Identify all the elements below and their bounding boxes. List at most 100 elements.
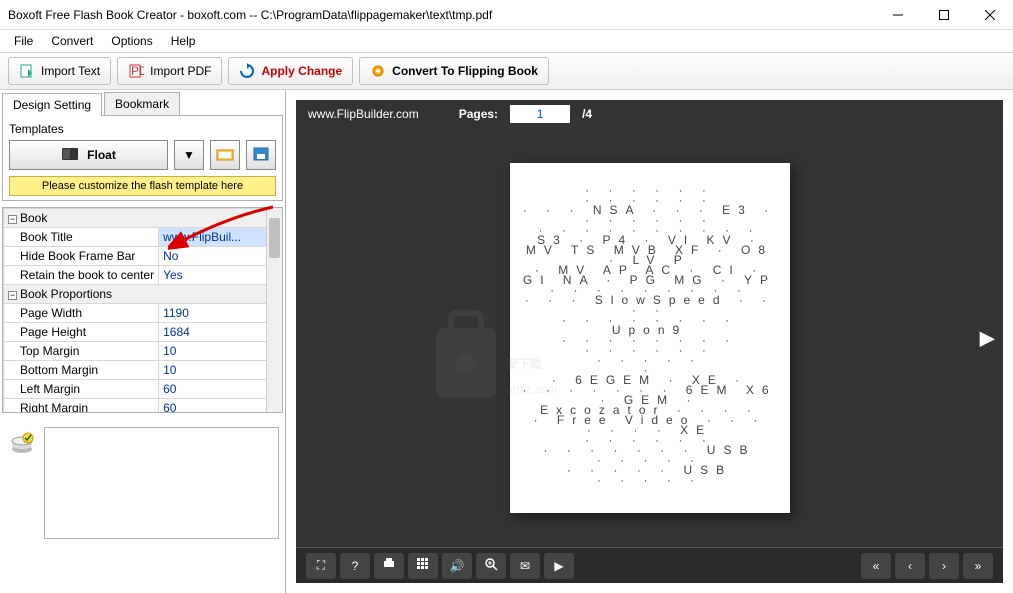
pages-label: Pages: — [459, 107, 498, 121]
autoflip-button[interactable]: ▶ — [544, 553, 574, 579]
scrollbar-thumb[interactable] — [269, 218, 280, 258]
prop-lm-key[interactable]: Left Margin — [4, 380, 159, 399]
help-button[interactable]: ? — [340, 553, 370, 579]
prev-page-button[interactable]: ‹ — [895, 553, 925, 579]
zoom-icon — [484, 557, 498, 574]
import-text-button[interactable]: Import Text — [8, 57, 111, 85]
tab-bookmark[interactable]: Bookmark — [104, 92, 180, 115]
thumbnails-button[interactable] — [408, 553, 438, 579]
prop-book-title-key[interactable]: Book Title — [4, 228, 159, 247]
prop-book-title-val[interactable]: www.FlipBuil... — [159, 228, 282, 247]
first-page-button[interactable]: « — [861, 553, 891, 579]
prop-bm-key[interactable]: Bottom Margin — [4, 361, 159, 380]
template-float-button[interactable]: Float — [9, 140, 168, 170]
main-toolbar: Import Text PDF Import PDF Apply Change … — [0, 52, 1013, 90]
play-icon: ▶ — [554, 559, 563, 573]
prop-ph-val[interactable]: 1684 — [159, 323, 282, 342]
customize-hint[interactable]: Please customize the flash template here — [9, 176, 276, 196]
fullscreen-icon: ⛶ — [317, 558, 325, 573]
minimize-button[interactable] — [875, 0, 921, 30]
prop-lm-val[interactable]: 60 — [159, 380, 282, 399]
page-preview: · · · · · ·· · · · · ·· · · NSA · · · E3… — [510, 163, 790, 513]
sound-icon: 🔊 — [450, 559, 465, 573]
convert-book-button[interactable]: Convert To Flipping Book — [359, 57, 549, 85]
apply-change-button[interactable]: Apply Change — [228, 57, 353, 85]
prop-retain-key[interactable]: Retain the book to center — [4, 266, 159, 285]
chevron-down-icon: ▼ — [183, 148, 195, 162]
menu-help[interactable]: Help — [163, 32, 204, 50]
import-text-icon — [19, 63, 35, 79]
preview-footer: ⛶ ? 🔊 ✉ ▶ « ‹ › » — [296, 547, 1003, 583]
next-icon: › — [942, 559, 946, 573]
prop-tm-key[interactable]: Top Margin — [4, 342, 159, 361]
current-page-input[interactable] — [510, 105, 570, 123]
prop-ph-key[interactable]: Page Height — [4, 323, 159, 342]
next-page-button[interactable]: › — [929, 553, 959, 579]
prop-rm-val[interactable]: 60 — [159, 399, 282, 414]
first-icon: « — [873, 559, 880, 573]
title-bar: Boxoft Free Flash Book Creator - boxoft.… — [0, 0, 1013, 30]
last-icon: » — [975, 559, 982, 573]
apply-change-label: Apply Change — [261, 64, 342, 78]
prop-pw-key[interactable]: Page Width — [4, 304, 159, 323]
template-save-button[interactable] — [246, 140, 276, 170]
disk-icon[interactable] — [6, 427, 38, 539]
zoom-button[interactable] — [476, 553, 506, 579]
next-page-arrow[interactable]: ▶ — [980, 325, 995, 350]
prop-rm-key[interactable]: Right Margin — [4, 399, 159, 414]
info-box — [44, 427, 279, 539]
menu-options[interactable]: Options — [103, 32, 160, 50]
templates-label: Templates — [9, 122, 276, 136]
prop-bm-val[interactable]: 10 — [159, 361, 282, 380]
refresh-icon — [239, 63, 255, 79]
last-page-button[interactable]: » — [963, 553, 993, 579]
maximize-button[interactable] — [921, 0, 967, 30]
menu-bar: File Convert Options Help — [0, 30, 1013, 52]
import-pdf-icon: PDF — [128, 63, 144, 79]
import-pdf-label: Import PDF — [150, 64, 211, 78]
prop-pw-val[interactable]: 1190 — [159, 304, 282, 323]
window-buttons — [875, 0, 1013, 30]
page-content: · · · · · ·· · · · · ·· · · NSA · · · E3… — [522, 175, 778, 501]
email-button[interactable]: ✉ — [510, 553, 540, 579]
tab-design-setting[interactable]: Design Setting — [2, 93, 102, 116]
preview-site: www.FlipBuilder.com — [308, 107, 419, 121]
right-panel: www.FlipBuilder.com Pages: /4 · · · · · … — [286, 90, 1013, 593]
grid-icon — [417, 558, 429, 573]
left-panel: Design Setting Bookmark Templates Float … — [0, 90, 286, 593]
fullscreen-button[interactable]: ⛶ — [306, 553, 336, 579]
svg-text:PDF: PDF — [131, 64, 144, 78]
print-icon — [382, 557, 396, 574]
prop-hide-bar-key[interactable]: Hide Book Frame Bar — [4, 247, 159, 266]
email-icon: ✉ — [520, 559, 530, 573]
template-dropdown-button[interactable]: ▼ — [174, 140, 204, 170]
save-icon — [252, 146, 270, 165]
gear-icon — [370, 63, 386, 79]
close-button[interactable] — [967, 0, 1013, 30]
window-title: Boxoft Free Flash Book Creator - boxoft.… — [8, 8, 875, 22]
import-pdf-button[interactable]: PDF Import PDF — [117, 57, 222, 85]
total-pages: /4 — [582, 107, 592, 121]
prev-icon: ‹ — [908, 559, 912, 573]
convert-book-label: Convert To Flipping Book — [392, 64, 538, 78]
folder-open-icon — [216, 146, 234, 165]
prop-hide-bar-val[interactable]: No — [159, 247, 282, 266]
templates-section: Templates Float ▼ — [2, 116, 283, 201]
preview-body[interactable]: · · · · · ·· · · · · ·· · · NSA · · · E3… — [296, 128, 1003, 547]
prop-cat-proportions[interactable]: −Book Proportions — [4, 285, 282, 304]
print-button[interactable] — [374, 553, 404, 579]
prop-cat-book[interactable]: −Book — [4, 209, 282, 228]
lower-left-section — [2, 423, 283, 543]
menu-file[interactable]: File — [6, 32, 41, 50]
prop-tm-val[interactable]: 10 — [159, 342, 282, 361]
propgrid-scrollbar[interactable] — [266, 208, 282, 412]
template-open-button[interactable] — [210, 140, 240, 170]
prop-retain-val[interactable]: Yes — [159, 266, 282, 285]
menu-convert[interactable]: Convert — [43, 32, 101, 50]
import-text-label: Import Text — [41, 64, 100, 78]
help-icon: ? — [352, 559, 359, 573]
book-previewer: www.FlipBuilder.com Pages: /4 · · · · · … — [296, 100, 1003, 583]
preview-header: www.FlipBuilder.com Pages: /4 — [296, 100, 1003, 128]
template-float-label: Float — [87, 148, 116, 162]
sound-button[interactable]: 🔊 — [442, 553, 472, 579]
